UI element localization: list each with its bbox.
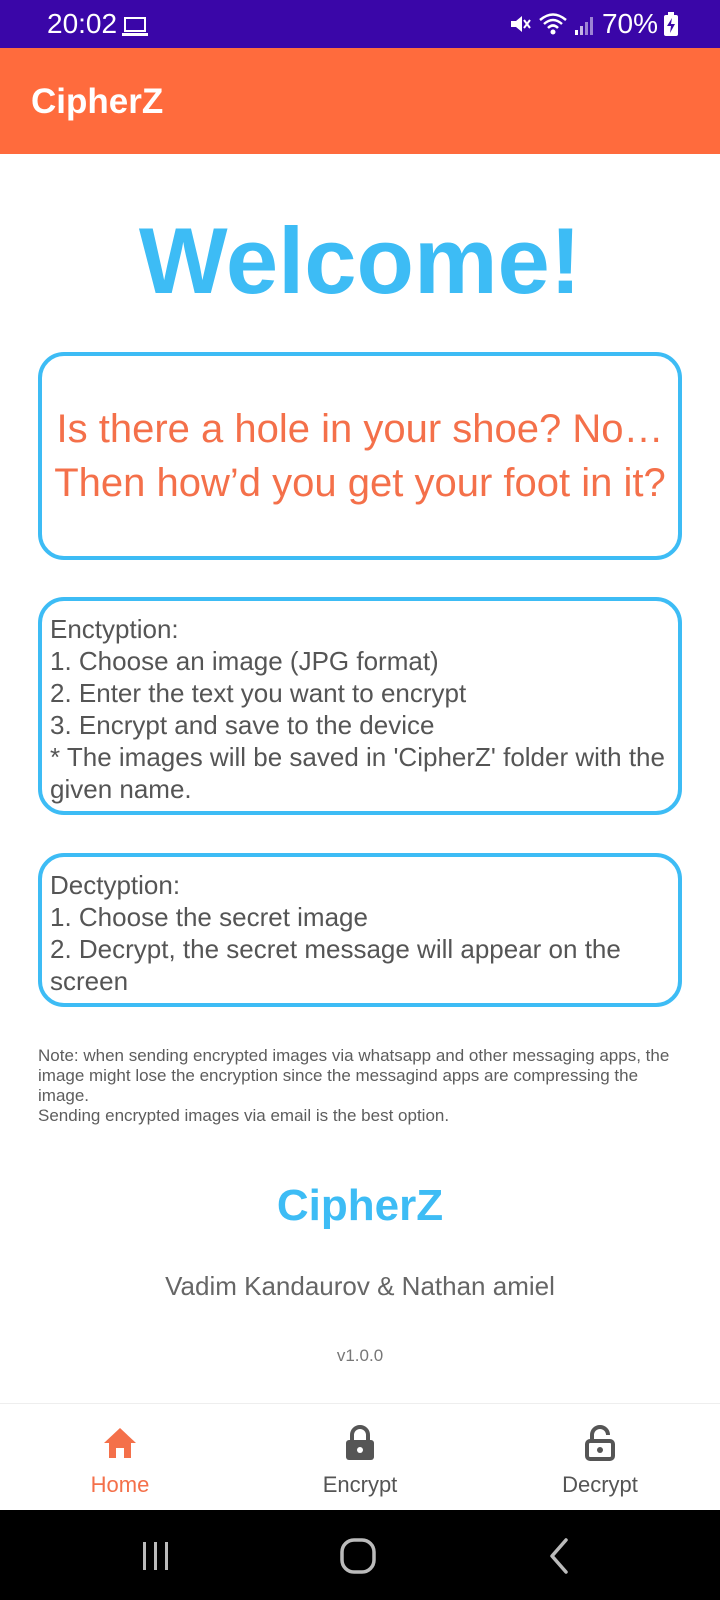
note-text: Note: when sending encrypted images via …: [38, 1046, 688, 1126]
encryption-step: 3. Encrypt and save to the device: [50, 710, 435, 740]
welcome-heading: Welcome!: [138, 208, 582, 313]
wifi-icon: [539, 13, 567, 35]
nav-label-home: Home: [90, 1472, 150, 1497]
encryption-title: Enctyption:: [50, 614, 179, 644]
status-bar: 20:02 70%: [0, 0, 720, 48]
home-button-icon[interactable]: [336, 1534, 380, 1578]
mute-icon: [510, 16, 531, 32]
note-line: Sending encrypted images via email is th…: [38, 1106, 450, 1125]
recents-icon[interactable]: [134, 1534, 178, 1578]
encryption-note: * The images will be saved in 'CipherZ' …: [50, 742, 665, 804]
unlock-icon: [585, 1425, 615, 1461]
encryption-step: 2. Enter the text you want to encrypt: [50, 678, 467, 708]
home-icon: [104, 1428, 136, 1458]
encryption-step: 1. Choose an image (JPG format): [50, 646, 439, 676]
encryption-instructions-card: Enctyption: 1. Choose an image (JPG form…: [38, 597, 682, 815]
nav-label-decrypt: Decrypt: [562, 1472, 638, 1497]
app-bar: CipherZ: [0, 48, 720, 154]
nav-item-home[interactable]: Home: [0, 1404, 240, 1511]
version-label: v1.0.0: [336, 1346, 384, 1365]
battery-percentage: 70%: [601, 8, 658, 39]
app-title: CipherZ: [31, 82, 164, 121]
joke-card: Is there a hole in your shoe? No… Then h…: [38, 352, 682, 560]
laptop-icon: [122, 17, 148, 36]
note-line: Note: when sending encrypted images via …: [38, 1046, 670, 1105]
bottom-navigation: Home Encrypt Decrypt: [0, 1403, 720, 1510]
signal-icon: [574, 17, 593, 35]
joke-text: Is there a hole in your shoe? No… Then h…: [54, 407, 666, 505]
authors: Vadim Kandaurov & Nathan amiel: [165, 1271, 555, 1301]
footer-app-name: CipherZ: [276, 1181, 444, 1230]
back-icon[interactable]: [538, 1534, 582, 1578]
nav-label-encrypt: Encrypt: [322, 1472, 398, 1497]
nav-item-encrypt[interactable]: Encrypt: [240, 1404, 480, 1511]
status-icons: 70%: [508, 8, 678, 40]
decryption-step: 2. Decrypt, the secret message will appe…: [50, 934, 621, 996]
system-navigation-bar: [0, 1510, 720, 1600]
nav-item-decrypt[interactable]: Decrypt: [480, 1404, 720, 1511]
battery-charging-icon: [664, 12, 678, 36]
decryption-step: 1. Choose the secret image: [50, 902, 368, 932]
lock-icon: [346, 1425, 374, 1460]
decryption-instructions-card: Dectyption: 1. Choose the secret image 2…: [38, 853, 682, 1007]
decryption-title: Dectyption:: [50, 870, 181, 900]
status-time: 20:02: [47, 8, 118, 39]
